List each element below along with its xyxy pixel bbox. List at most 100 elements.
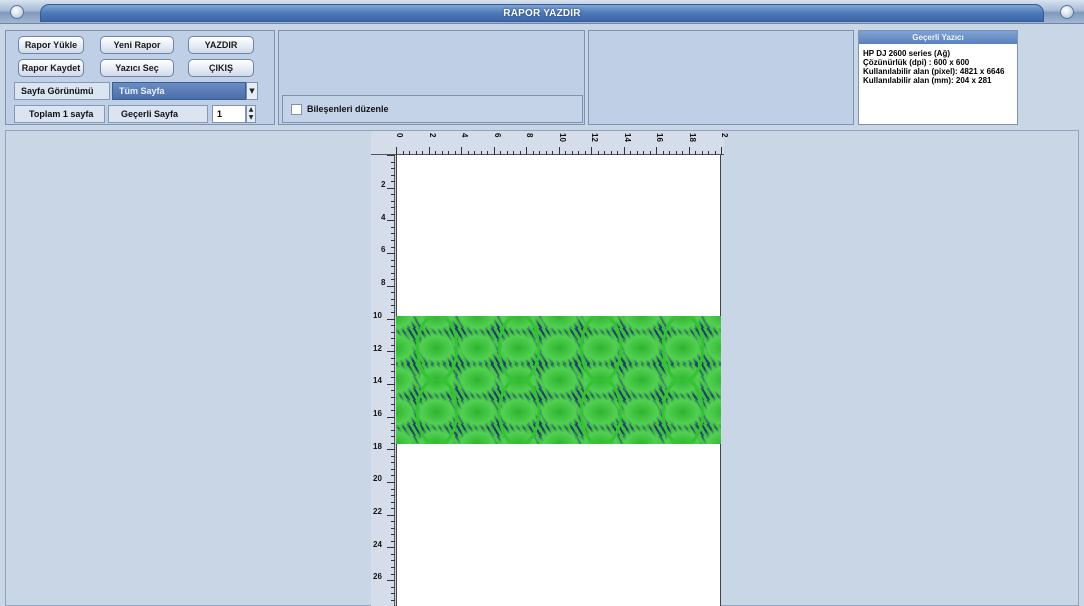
ruler-tick xyxy=(387,155,395,156)
ruler-tick xyxy=(391,161,395,163)
ruler-tick xyxy=(391,586,395,588)
ruler-tick xyxy=(391,370,395,372)
page-stepper[interactable]: ▲ ▼ xyxy=(246,105,256,123)
ruler-label: 6 xyxy=(381,245,386,255)
ruler-tick xyxy=(391,272,395,274)
chevron-down-icon[interactable]: ▼ xyxy=(246,82,258,100)
ruler-label: 8 xyxy=(525,133,534,138)
chevron-up-icon[interactable]: ▲ xyxy=(247,106,255,114)
report-image[interactable] xyxy=(396,316,721,444)
ruler-tick xyxy=(391,593,395,595)
save-report-button[interactable]: Rapor Kaydet xyxy=(18,59,84,77)
ruler-label: 2 xyxy=(427,133,437,138)
ruler-label: 10 xyxy=(373,310,382,320)
ruler-tick xyxy=(391,181,395,183)
window-menu-icon[interactable] xyxy=(10,5,24,19)
ruler-tick xyxy=(391,200,395,202)
horizontal-ruler: 0 2 4 6 8 10 12 14 16 18 2 xyxy=(371,131,729,155)
ruler-tick xyxy=(391,436,395,438)
ruler-tick xyxy=(391,226,395,228)
vertical-ruler: 2 4 6 8 10 12 14 16 18 20 22 24 26 xyxy=(371,155,395,606)
chevron-down-icon[interactable]: ▼ xyxy=(247,114,255,122)
ruler-label: 10 xyxy=(557,133,567,142)
ruler-tick xyxy=(391,410,395,412)
ruler-label: 4 xyxy=(381,212,386,222)
ruler-tick xyxy=(391,560,395,562)
ruler-tick xyxy=(391,246,395,248)
select-printer-button[interactable]: Yazıcı Seç xyxy=(100,59,174,77)
ruler-tick xyxy=(391,534,395,536)
ruler-tick xyxy=(391,567,395,569)
ruler-tick xyxy=(391,305,395,307)
ruler-tick xyxy=(391,390,395,392)
ruler-label: 8 xyxy=(381,278,386,288)
page-view-select[interactable]: Tüm Sayfa xyxy=(112,82,246,100)
ruler-label: 2 xyxy=(381,180,386,189)
ruler-tick xyxy=(391,279,395,281)
ruler-tick xyxy=(391,325,395,327)
ruler-tick xyxy=(391,508,395,510)
ruler-tick xyxy=(391,521,395,523)
ruler-tick xyxy=(391,455,395,457)
print-button[interactable]: YAZDIR xyxy=(188,36,254,54)
ruler-label: 12 xyxy=(373,343,382,353)
ruler-tick xyxy=(391,266,395,268)
ruler-tick xyxy=(387,449,395,451)
ruler-tick xyxy=(391,573,395,575)
ruler-tick xyxy=(387,416,395,418)
ruler-tick xyxy=(688,147,690,155)
ruler-label: 26 xyxy=(373,572,382,582)
ruler-tick xyxy=(461,147,462,155)
ruler-tick xyxy=(387,514,395,516)
window-close-icon[interactable] xyxy=(1060,5,1074,19)
ruler-tick xyxy=(391,403,395,405)
printer-area-mm: Kullanılabilir alan (mm): 204 x 281 xyxy=(863,76,992,85)
edit-components-checkbox[interactable] xyxy=(291,104,302,115)
printer-area-pixel: Kullanılabilir alan (pixel): 4821 x 6646 xyxy=(863,67,1005,76)
ruler-tick xyxy=(391,298,395,300)
printer-resolution: Çözünürlük (dpi) : 600 x 600 xyxy=(863,58,970,67)
ruler-label: 18 xyxy=(687,133,697,142)
control-panel: Rapor Yükle Yeni Rapor YAZDIR Rapor Kayd… xyxy=(5,30,275,125)
ruler-tick xyxy=(391,599,395,601)
ruler-label: 24 xyxy=(373,539,382,549)
current-printer-header: Geçerli Yazıcı xyxy=(859,31,1017,44)
printer-name: HP DJ 2600 series (Ağ) xyxy=(863,49,951,58)
ruler-tick xyxy=(391,495,395,497)
load-report-button[interactable]: Rapor Yükle xyxy=(18,36,84,54)
current-printer-panel: Geçerli Yazıcı HP DJ 2600 series (Ağ) Çö… xyxy=(858,30,1018,125)
edit-components-panel: Bileşenleri düzenle xyxy=(282,95,583,123)
ruler-tick xyxy=(391,364,395,366)
window-title: RAPOR YAZDIR xyxy=(503,8,581,19)
ruler-tick xyxy=(391,207,395,209)
ruler-label: 6 xyxy=(492,133,502,138)
ruler-tick xyxy=(391,488,395,490)
ruler-label: 18 xyxy=(373,441,382,451)
ruler-label: 12 xyxy=(590,133,599,142)
exit-button[interactable]: ÇIKIŞ xyxy=(188,59,254,77)
ruler-tick xyxy=(387,220,395,222)
page-view-label: Sayfa Görünümü xyxy=(14,82,110,100)
ruler-tick xyxy=(391,240,395,242)
ruler-tick xyxy=(391,194,395,196)
ruler-label: 4 xyxy=(460,133,469,138)
current-page-input[interactable]: 1 xyxy=(212,105,246,123)
ruler-tick xyxy=(387,351,395,353)
ruler-tick xyxy=(391,344,395,346)
ruler-tick xyxy=(391,168,395,170)
ruler-label: 14 xyxy=(373,376,382,386)
ruler-label: 16 xyxy=(655,133,664,142)
ruler-tick xyxy=(387,547,395,549)
ruler-tick xyxy=(391,396,395,398)
ruler-tick xyxy=(391,292,395,294)
ruler-tick xyxy=(387,318,395,320)
ruler-tick xyxy=(387,580,395,582)
ruler-tick xyxy=(391,553,395,555)
ruler-tick xyxy=(391,331,395,333)
current-page-label: Geçerli Sayfa xyxy=(108,105,208,123)
ruler-label: 0 xyxy=(395,133,404,138)
ruler-tick xyxy=(391,259,395,261)
middle-panel: Bileşenleri düzenle xyxy=(278,30,585,125)
ruler-tick xyxy=(391,429,395,431)
new-report-button[interactable]: Yeni Rapor xyxy=(100,36,174,54)
